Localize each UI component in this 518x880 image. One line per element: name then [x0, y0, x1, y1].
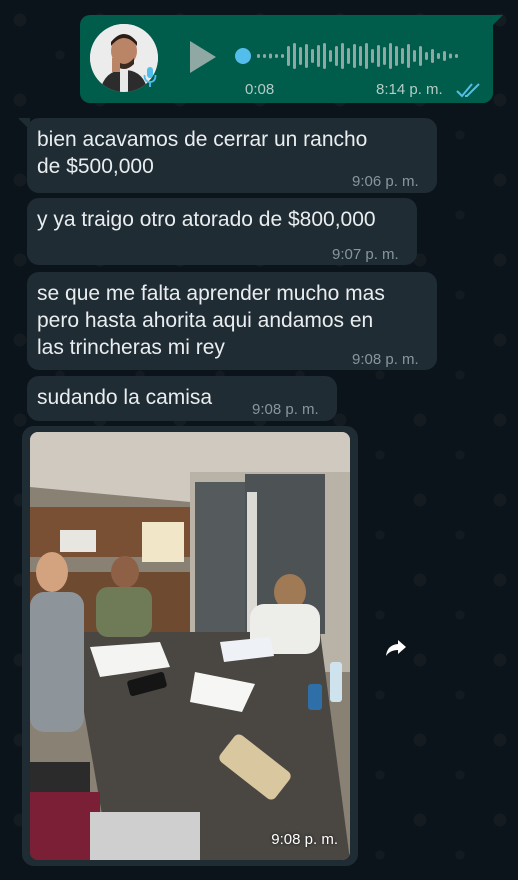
waveform-bar: [323, 43, 326, 69]
message-text: sudando la camisa: [37, 386, 213, 409]
waveform-bar: [263, 54, 266, 58]
waveform-bar: [257, 54, 260, 58]
waveform-bar: [413, 50, 416, 62]
waveform-bar: [275, 54, 278, 58]
incoming-message[interactable]: bien acavamos de cerrar un rancho de $50…: [18, 118, 437, 193]
waveform-bar: [383, 47, 386, 65]
voice-duration: 0:08: [245, 81, 275, 98]
waveform-bar: [299, 47, 302, 65]
waveform-bar: [287, 46, 290, 66]
message-text: bien acavamos de cerrar un rancho de $50…: [37, 128, 368, 178]
waveform-bar: [311, 49, 314, 63]
waveform-bar: [419, 46, 422, 66]
waveform-bar: [425, 52, 428, 60]
waveform-bar: [377, 45, 380, 67]
waveform-bar: [365, 43, 368, 69]
waveform-bar: [281, 54, 284, 58]
incoming-message[interactable]: y ya traigo otro atorado de $800,000 9:0…: [27, 198, 417, 265]
incoming-message[interactable]: sudando la camisa 9:08 p. m.: [27, 376, 337, 421]
waveform-bar: [341, 43, 344, 69]
waveform-bar: [329, 50, 332, 62]
waveform-bar: [305, 44, 308, 68]
playhead-dot[interactable]: [235, 48, 251, 64]
forward-icon: [386, 640, 406, 656]
message-time: 8:14 p. m.: [376, 81, 443, 98]
double-check-icon: [456, 83, 480, 98]
incoming-message[interactable]: se que me falta aprender mucho mas pero …: [27, 272, 437, 370]
waveform-bar: [407, 44, 410, 68]
waveform-bar: [347, 48, 350, 64]
waveform-bar: [359, 46, 362, 66]
image-message[interactable]: 9:08 p. m.: [22, 426, 358, 866]
waveform-bar: [317, 45, 320, 67]
waveform-bar: [443, 51, 446, 61]
waveform-bar: [395, 46, 398, 66]
waveform-bar: [431, 49, 434, 63]
waveform-bar: [371, 49, 374, 63]
message-time: 9:06 p. m.: [352, 173, 419, 190]
bubble-tail: [491, 15, 503, 27]
photo[interactable]: 9:08 p. m.: [30, 432, 350, 860]
voice-waveform[interactable]: [235, 39, 465, 73]
waveform-bar: [455, 54, 458, 58]
message-time: 9:08 p. m.: [252, 401, 319, 418]
waveform-bar: [437, 53, 440, 59]
waveform-bar: [449, 53, 452, 59]
bubble-tail: [18, 118, 30, 130]
waveform-bar: [353, 44, 356, 68]
message-time: 9:08 p. m.: [271, 831, 338, 848]
waveform-bar: [269, 53, 272, 59]
message-text: y ya traigo otro atorado de $800,000: [37, 208, 376, 231]
waveform-bar: [335, 46, 338, 66]
waveform-bar: [293, 43, 296, 69]
waveform-bar: [389, 43, 392, 69]
mic-icon: [143, 67, 157, 87]
voice-message-bubble[interactable]: 0:08 8:14 p. m.: [80, 15, 503, 103]
waveform-bar: [401, 48, 404, 64]
message-time: 9:07 p. m.: [332, 246, 399, 263]
message-text: se que me falta aprender mucho mas pero …: [37, 282, 385, 359]
play-icon[interactable]: [190, 41, 216, 73]
message-time: 9:08 p. m.: [352, 351, 419, 368]
forward-button[interactable]: [376, 628, 416, 668]
